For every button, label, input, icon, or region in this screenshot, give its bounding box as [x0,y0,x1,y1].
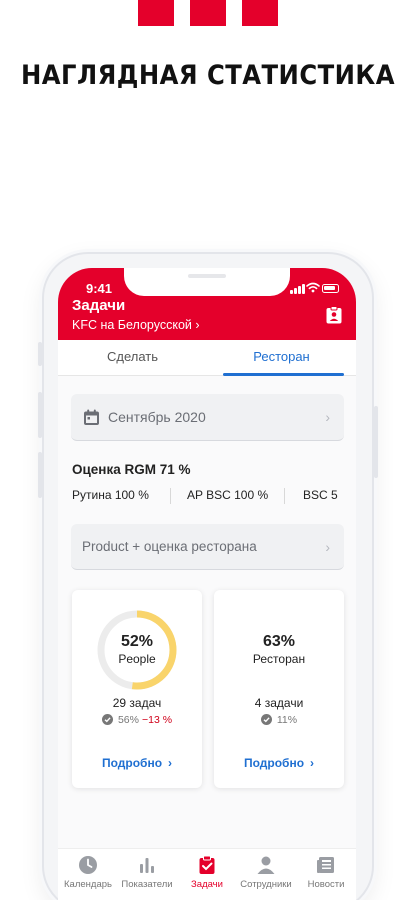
restaurant-selector[interactable]: KFC на Белорусской › [72,318,200,332]
signal-icon [290,284,305,294]
battery-icon [322,284,339,293]
brand-stripe [242,0,278,26]
nav-label: Сотрудники [240,879,292,890]
chevron-right-icon: › [168,756,173,770]
app-screen: 9:41 Задачи KFC на Белорусской › Сделать… [58,268,356,900]
phone-side-button [374,406,378,478]
nav-news[interactable]: Новости [296,855,356,899]
rgm-score-title: Оценка RGM 71 % [72,462,191,477]
nav-label: Календарь [64,879,112,890]
clipboard-user-icon[interactable] [326,306,342,324]
people-delta: −13 % [141,714,173,726]
newspaper-icon [317,857,334,873]
nav-label: Показатели [121,879,173,890]
rgm-item: BSC 5 [303,488,338,502]
people-done-percent: 56% [117,714,139,726]
nav-employees[interactable]: Сотрудники [236,855,296,899]
category-value: Product + оценка ресторана [82,539,257,554]
rgm-breakdown: Рутина 100 % AP BSC 100 % BSC 5 [58,488,356,506]
period-selector[interactable]: Сентябрь 2020 › [71,394,344,441]
brand-stripes [138,0,278,26]
phone-side-button [38,452,42,498]
people-details-link[interactable]: Подробно › [72,756,202,770]
details-label: Подробно [101,756,163,770]
status-icons [290,282,340,294]
details-label: Подробно [243,756,305,770]
app-header: 9:41 Задачи KFC на Белорусской › [58,268,356,340]
people-label: People [118,652,156,666]
people-stat-card: 52% People 29 задач 56% −13 % Подробно › [72,590,202,788]
nav-tasks[interactable]: Задачи [177,855,237,899]
restaurant-done-percent: 11% [276,714,298,726]
brand-stripe [190,0,226,26]
nav-label: Новости [307,879,345,890]
people-task-count: 29 задач [112,696,162,710]
clipboard-check-icon [199,855,215,874]
page-title: Задачи [72,297,126,314]
chevron-right-icon: › [310,756,315,770]
nav-metrics[interactable]: Показатели [117,855,177,899]
period-value: Сентябрь 2020 [108,409,206,425]
divider [284,488,285,504]
check-circle-icon [260,714,272,725]
bottom-nav: Календарь Показатели Задачи Сотрудники Н… [58,848,356,900]
restaurant-details-link[interactable]: Подробно › [214,756,344,770]
person-icon [257,856,275,874]
divider [170,488,171,504]
people-percent: 52% [120,633,154,650]
phone-side-button [38,342,42,366]
tab-restaurant[interactable]: Ресторан [207,340,356,376]
promo-title: НАГЛЯДНАЯ СТАТИСТИКА [20,60,396,91]
brand-stripe [138,0,174,26]
restaurant-stats: 11% [214,714,344,726]
clock-icon [79,856,97,874]
phone-speaker [188,274,226,278]
nav-label: Задачи [191,879,223,890]
category-selector[interactable]: Product + оценка ресторана › [71,524,344,570]
restaurant-label: Ресторан [252,652,306,666]
restaurant-stat-card: 63% Ресторан 4 задачи 11% Подробно › [214,590,344,788]
chevron-right-icon: › [325,539,330,555]
tab-bar: Сделать Ресторан [58,340,356,376]
wifi-icon [306,282,320,293]
tab-todo[interactable]: Сделать [58,340,207,376]
rgm-item: AP BSC 100 % [187,488,269,502]
people-stats: 56% −13 % [72,714,202,726]
check-circle-icon [101,714,113,725]
phone-notch [124,268,290,296]
status-time: 9:41 [86,281,113,296]
nav-calendar[interactable]: Календарь [58,855,118,899]
phone-side-button [38,392,42,438]
bar-chart-icon [140,858,154,873]
calendar-icon [84,409,99,425]
chevron-right-icon: › [325,409,330,425]
main-content: Сентябрь 2020 › Оценка RGM 71 % Рутина 1… [58,376,356,848]
restaurant-task-count: 4 задачи [254,696,304,710]
restaurant-percent: 63% [262,633,296,650]
rgm-item: Рутина 100 % [72,488,149,502]
